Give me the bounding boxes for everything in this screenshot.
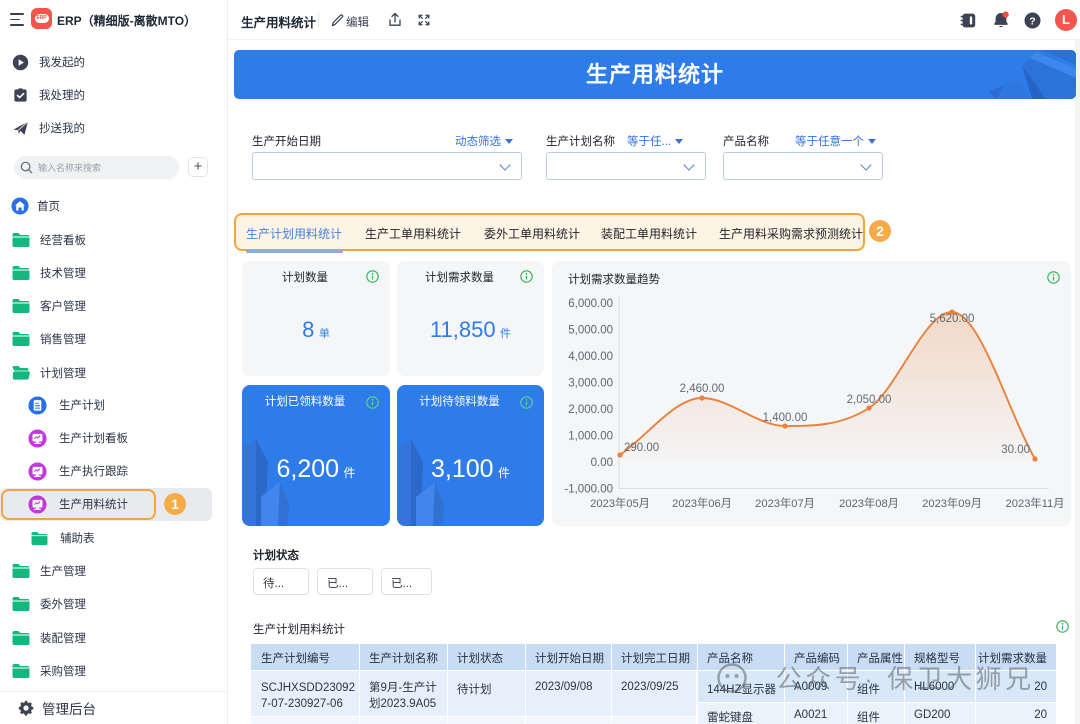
svg-text:3,000.00: 3,000.00 [568,378,613,390]
svg-text:6,000.00: 6,000.00 [568,298,613,310]
svg-text:2023年07月: 2023年07月 [755,496,815,510]
svg-text:2,000.00: 2,000.00 [568,404,613,416]
svg-text:2023年08月: 2023年08月 [839,496,899,510]
svg-text:5,620.00: 5,620.00 [930,313,975,325]
svg-text:2023年06月: 2023年06月 [672,496,732,510]
svg-text:1,000.00: 1,000.00 [568,431,613,443]
svg-text:2,050.00: 2,050.00 [847,394,892,406]
svg-text:2023年11月: 2023年11月 [1006,496,1065,510]
svg-text:-1,000.00: -1,000.00 [564,484,613,496]
svg-text:5,000.00: 5,000.00 [568,325,613,337]
svg-text:290.00: 290.00 [624,442,659,454]
svg-text:2023年09月: 2023年09月 [922,496,982,510]
svg-text:1,400.00: 1,400.00 [763,412,808,424]
svg-text:2023年05月: 2023年05月 [590,496,650,510]
svg-text:?: ? [1029,15,1035,27]
svg-text:4,000.00: 4,000.00 [568,351,613,363]
svg-text:0.00: 0.00 [591,457,613,469]
svg-text:30.00: 30.00 [1001,444,1030,456]
svg-text:2,460.00: 2,460.00 [680,383,725,395]
